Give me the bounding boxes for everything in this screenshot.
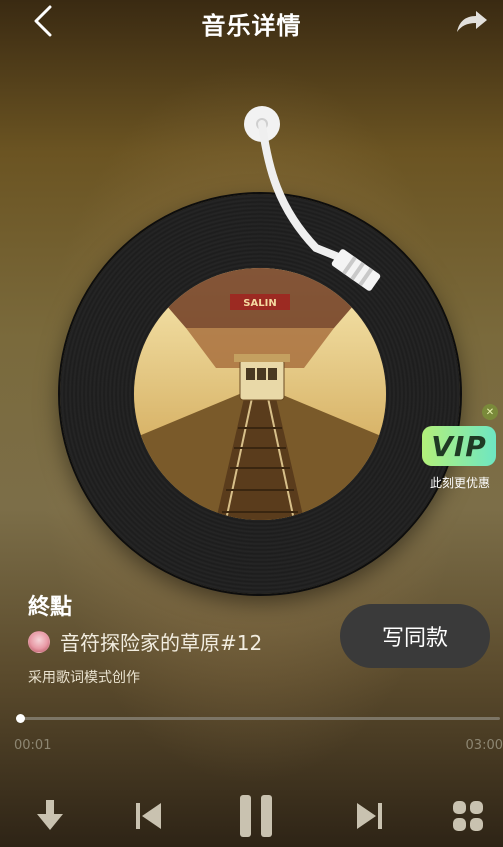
progress-track[interactable] (20, 717, 500, 720)
vinyl-player: SALIN (60, 106, 460, 594)
next-track-icon (357, 803, 382, 829)
write-same-button[interactable]: 写同款 (340, 604, 490, 668)
current-time: 00:01 (14, 738, 52, 753)
vip-badge[interactable]: VIP (422, 426, 496, 466)
header: 音乐详情 (0, 0, 503, 44)
album-art-image: SALIN (134, 268, 386, 520)
total-time: 03:00 (465, 738, 503, 753)
vip-promo[interactable]: ✕ VIP 此刻更优惠 (420, 404, 500, 496)
vip-caption: 此刻更优惠 (429, 476, 490, 490)
progress-bar[interactable] (16, 714, 500, 723)
download-icon (37, 800, 63, 830)
artist-name[interactable]: 音符探险家的草原#12 (60, 627, 262, 656)
playback-controls (0, 788, 503, 844)
cover-sign-text: SALIN (243, 298, 276, 309)
tonearm (244, 106, 381, 291)
close-icon[interactable]: ✕ (482, 404, 498, 420)
artist-row[interactable]: 音符探险家的草原#12 (28, 627, 262, 656)
pause-icon (240, 795, 272, 837)
avatar[interactable] (28, 630, 50, 653)
share-button[interactable] (455, 6, 489, 36)
previous-track-icon (136, 803, 161, 829)
download-button[interactable] (30, 788, 70, 844)
grid-menu-icon (453, 801, 483, 831)
album-cover: SALIN (134, 268, 386, 520)
previous-button[interactable] (128, 788, 168, 844)
more-button[interactable] (446, 788, 490, 844)
creation-mode-note: 采用歌词模式创作 (28, 670, 140, 686)
next-button[interactable] (350, 788, 390, 844)
progress-thumb[interactable] (16, 714, 25, 723)
song-title: 終點 (28, 595, 73, 620)
page-title: 音乐详情 (201, 12, 302, 40)
pause-button[interactable] (232, 788, 280, 844)
share-arrow-icon (457, 11, 487, 32)
